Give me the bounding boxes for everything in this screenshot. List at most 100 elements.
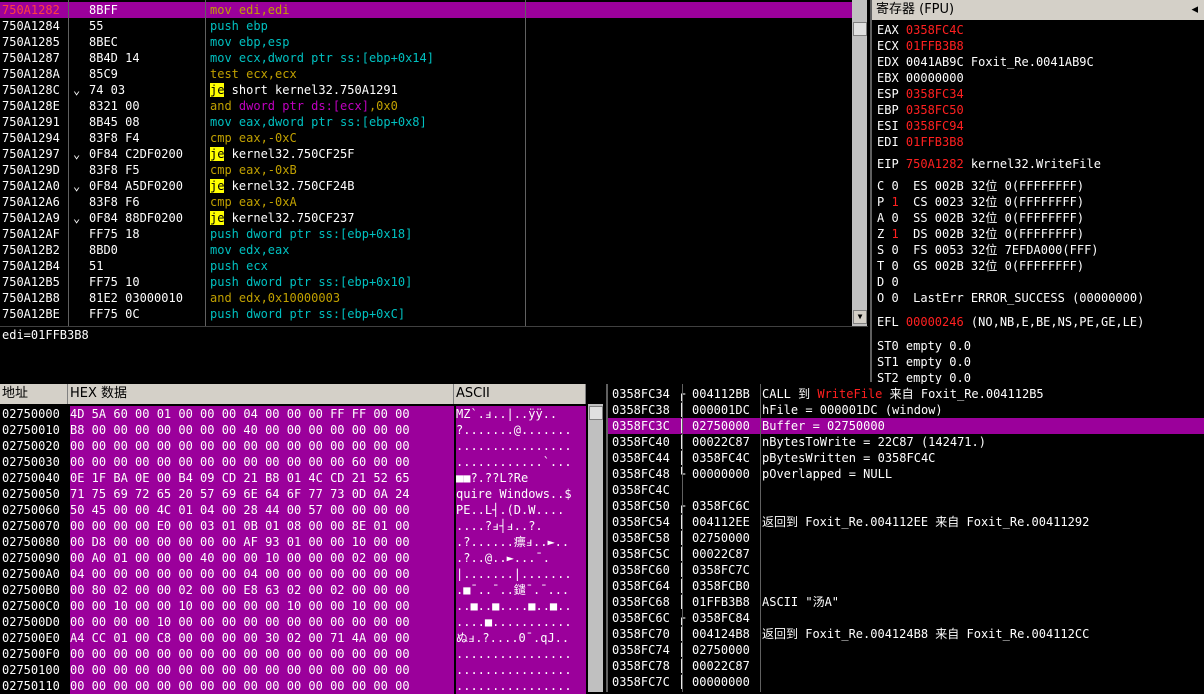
stack-row[interactable]: 0358FC48 00000000└ pOverlapped = NULL: [608, 466, 1204, 482]
disasm-row[interactable]: 750A1291 8B45 08 mov eax,dword ptr ss:[ebp…: [0, 114, 852, 130]
disasm-row[interactable]: 750A129D 83F8 F5 cmp eax,-0xB: [0, 162, 852, 178]
stack-pane[interactable]: 0358FC34004112BB┌CALL 到 WriteFile 来自 Fox…: [606, 384, 1204, 692]
dump-scrollbar[interactable]: [588, 404, 603, 692]
flag-t[interactable]: T 0 GS 002B 32位 0(FFFFFFFF): [877, 258, 1084, 274]
dump-row[interactable]: 02750050 71 75 69 72 65 20 57 69 6E 64 6F…: [0, 486, 586, 502]
disasm-row[interactable]: 750A12AF FF75 18 push dword ptr ss:[ebp+0x…: [0, 226, 852, 242]
disasm-row[interactable]: 750A1294 83F8 F4 cmp eax,-0xC: [0, 130, 852, 146]
stack-row[interactable]: 0358FC4C: [608, 482, 1204, 498]
register-efl[interactable]: EFL 00000246 (NO,NB,E,BE,NS,PE,GE,LE): [877, 314, 1144, 330]
disassembly-pane[interactable]: 750A1282 8BFF mov edi,edi 750A1284 55 push eb…: [0, 0, 868, 326]
stack-row[interactable]: 0358FC40 00022C87│ nBytesToWrite = 22C87 (…: [608, 434, 1204, 450]
reg-text: 1: [891, 227, 899, 241]
disasm-row[interactable]: 750A1285 8BEC mov ebp,esp: [0, 34, 852, 50]
register-esi[interactable]: ESI 0358FC94: [877, 118, 964, 134]
stack-comment: pBytesWritten = 0358FC4C: [762, 450, 1204, 466]
disasm-row[interactable]: 750A1282 8BFF mov edi,edi: [0, 2, 852, 18]
stack-comment: [762, 610, 1204, 626]
register-ebp[interactable]: EBP 0358FC50: [877, 102, 964, 118]
dump-row[interactable]: 02750060 50 45 00 00 4C 01 04 00 28 44 00…: [0, 502, 586, 518]
register-edx[interactable]: EDX 0041AB9C Foxit_Re.0041AB9C: [877, 54, 1094, 70]
dump-row[interactable]: 027500F0 00 00 00 00 00 00 00 00 00 00 00…: [0, 646, 586, 662]
memory-dump-pane[interactable]: 地址 HEX 数据 ASCII 02750000 4D 5A 60 00 01 0…: [0, 384, 604, 694]
register-edi[interactable]: EDI 01FFB3B8: [877, 134, 964, 150]
disasm-row[interactable]: 750A12A9 ⌄ 0F84 88DF0200 je kernel32.750CF2…: [0, 210, 852, 226]
disasm-row[interactable]: 750A128C ⌄ 74 03 je short kernel32.750A1291: [0, 82, 852, 98]
stack-row[interactable]: 0358FC68 01FFB3B8│ ASCII "汤A": [608, 594, 1204, 610]
registers-title-bar[interactable]: 寄存器 (FPU) ◂: [872, 0, 1204, 20]
register-esp[interactable]: ESP 0358FC34: [877, 86, 964, 102]
register-ecx[interactable]: ECX 01FFB3B8: [877, 38, 964, 54]
fpu-st0[interactable]: ST0 empty 0.0: [877, 338, 971, 354]
disasm-row[interactable]: 750A1297 ⌄ 0F84 C2DF0200 je kernel32.750CF2…: [0, 146, 852, 162]
disasm-row[interactable]: 750A12A6 83F8 F6 cmp eax,-0xA: [0, 194, 852, 210]
dump-header-address[interactable]: 地址: [0, 384, 68, 404]
title-arrow-icon[interactable]: ◂: [1191, 0, 1198, 20]
stack-row[interactable]: 0358FC74 02750000│: [608, 642, 1204, 658]
stack-bracket: ┌: [678, 498, 692, 514]
dump-row[interactable]: 02750070 00 00 00 00 E0 00 03 01 0B 01 08…: [0, 518, 586, 534]
stack-row[interactable]: 0358FC5C 00022C87│: [608, 546, 1204, 562]
stack-row[interactable]: 0358FC38 000001DC│ hFile = 000001DC (windo…: [608, 402, 1204, 418]
dump-row[interactable]: 027500C0 00 00 10 00 00 10 00 00 00 00 10…: [0, 598, 586, 614]
flag-a[interactable]: A 0 SS 002B 32位 0(FFFFFFFF): [877, 210, 1084, 226]
flag-c[interactable]: C 0 ES 002B 32位 0(FFFFFFFF): [877, 178, 1084, 194]
dump-row[interactable]: 027500E0 A4 CC 01 00 C8 00 00 00 00 30 02…: [0, 630, 586, 646]
instruction-part: dword ptr ds:[ecx]: [238, 99, 369, 113]
stack-row[interactable]: 0358FC50 0358FC6C┌: [608, 498, 1204, 514]
stack-row[interactable]: 0358FC58 02750000│: [608, 530, 1204, 546]
flag-d[interactable]: D 0: [877, 274, 899, 290]
disasm-row[interactable]: 750A12B4 51 push ecx: [0, 258, 852, 274]
disasm-row[interactable]: 750A128A 85C9 test ecx,ecx: [0, 66, 852, 82]
dump-row[interactable]: 02750030 00 00 00 00 00 00 00 00 00 00 00…: [0, 454, 586, 470]
register-eip[interactable]: EIP 750A1282 kernel32.WriteFile: [877, 156, 1101, 172]
disasm-row[interactable]: 750A128E 8321 00 and dword ptr ds:[ecx],0x…: [0, 98, 852, 114]
scroll-thumb[interactable]: [853, 22, 867, 36]
scroll-down-icon[interactable]: ▼: [853, 310, 867, 324]
flag-o[interactable]: O 0 LastErr ERROR_SUCCESS (00000000): [877, 290, 1144, 306]
stack-value: 0358FC4C: [692, 451, 750, 465]
fpu-st1[interactable]: ST1 empty 0.0: [877, 354, 971, 370]
registers-pane[interactable]: 寄存器 (FPU) ◂ EAX 0358FC4C ECX 01FFB3B8 EDX …: [870, 0, 1204, 385]
jump-arrow-icon: [73, 290, 87, 306]
dump-ascii: PE..L┤.(D.W....: [456, 502, 586, 518]
disasm-row[interactable]: 750A1287 8B4D 14 mov ecx,dword ptr ss:[ebp…: [0, 50, 852, 66]
stack-row[interactable]: 0358FC60 0358FC7C│: [608, 562, 1204, 578]
register-ebx[interactable]: EBX 00000000: [877, 70, 964, 86]
stack-row[interactable]: 0358FC78 00022C87│: [608, 658, 1204, 674]
dump-row[interactable]: 02750010 B8 00 00 00 00 00 00 00 40 00 00…: [0, 422, 586, 438]
disasm-row[interactable]: 750A12B2 8BD0 mov edx,eax: [0, 242, 852, 258]
dump-row[interactable]: 02750100 00 00 00 00 00 00 00 00 00 00 00…: [0, 662, 586, 678]
disassembly-scrollbar[interactable]: ▼: [852, 0, 867, 326]
scroll-thumb[interactable]: [589, 406, 603, 420]
dump-row[interactable]: 027500D0 00 00 00 00 10 00 00 00 00 00 00…: [0, 614, 586, 630]
flag-z[interactable]: Z 1 DS 002B 32位 0(FFFFFFFF): [877, 226, 1084, 242]
dump-row[interactable]: 02750090 00 A0 01 00 00 00 40 00 00 10 00…: [0, 550, 586, 566]
disasm-bytes: 8B45 08: [89, 115, 140, 129]
disasm-row[interactable]: 750A12B8 81E2 03000010 and edx,0x10000003: [0, 290, 852, 306]
dump-row[interactable]: 02750020 00 00 00 00 00 00 00 00 00 00 00…: [0, 438, 586, 454]
dump-row[interactable]: 027500B0 00 80 02 00 00 02 00 00 E8 63 02…: [0, 582, 586, 598]
stack-row[interactable]: 0358FC7C 00000000│: [608, 674, 1204, 690]
stack-row[interactable]: 0358FC64 0358FCB0│: [608, 578, 1204, 594]
stack-row[interactable]: 0358FC44 0358FC4C│ pBytesWritten = 0358FC4…: [608, 450, 1204, 466]
flag-s[interactable]: S 0 FS 0053 32位 7EFDA000(FFF): [877, 242, 1099, 258]
stack-row[interactable]: 0358FC6C 0358FC84┌: [608, 610, 1204, 626]
stack-row[interactable]: 0358FC54 004112EE│ 返回到 Foxit_Re.004112EE 来…: [608, 514, 1204, 530]
register-eax[interactable]: EAX 0358FC4C: [877, 22, 964, 38]
dump-row[interactable]: 02750080 00 D8 00 00 00 00 00 00 AF 93 01…: [0, 534, 586, 550]
disasm-row[interactable]: 750A12BE FF75 0C push dword ptr ss:[ebp+0x…: [0, 306, 852, 322]
disasm-row[interactable]: 750A12B5 FF75 10 push dword ptr ss:[ebp+0x…: [0, 274, 852, 290]
dump-header-hex[interactable]: HEX 数据: [68, 384, 454, 404]
dump-header-ascii[interactable]: ASCII: [454, 384, 586, 404]
reg-text: LastErr ERROR_SUCCESS (00000000): [898, 291, 1145, 305]
dump-row[interactable]: 02750000 4D 5A 60 00 01 00 00 00 04 00 00…: [0, 406, 586, 422]
stack-row[interactable]: 0358FC34 004112BB┌ CALL 到 WriteFile 来自 Fox…: [608, 386, 1204, 402]
dump-row[interactable]: 027500A0 04 00 00 00 00 00 00 00 04 00 00…: [0, 566, 586, 582]
flag-p[interactable]: P 1 CS 0023 32位 0(FFFFFFFF): [877, 194, 1084, 210]
dump-row[interactable]: 02750040 0E 1F BA 0E 00 B4 09 CD 21 B8 01…: [0, 470, 586, 486]
stack-row[interactable]: 0358FC3C 02750000│ Buffer = 02750000: [608, 418, 1204, 434]
disasm-row[interactable]: 750A12A0 ⌄ 0F84 A5DF0200 je kernel32.750CF2…: [0, 178, 852, 194]
stack-row[interactable]: 0358FC70 004124B8│ 返回到 Foxit_Re.004124B8 来…: [608, 626, 1204, 642]
disasm-row[interactable]: 750A1284 55 push ebp: [0, 18, 852, 34]
